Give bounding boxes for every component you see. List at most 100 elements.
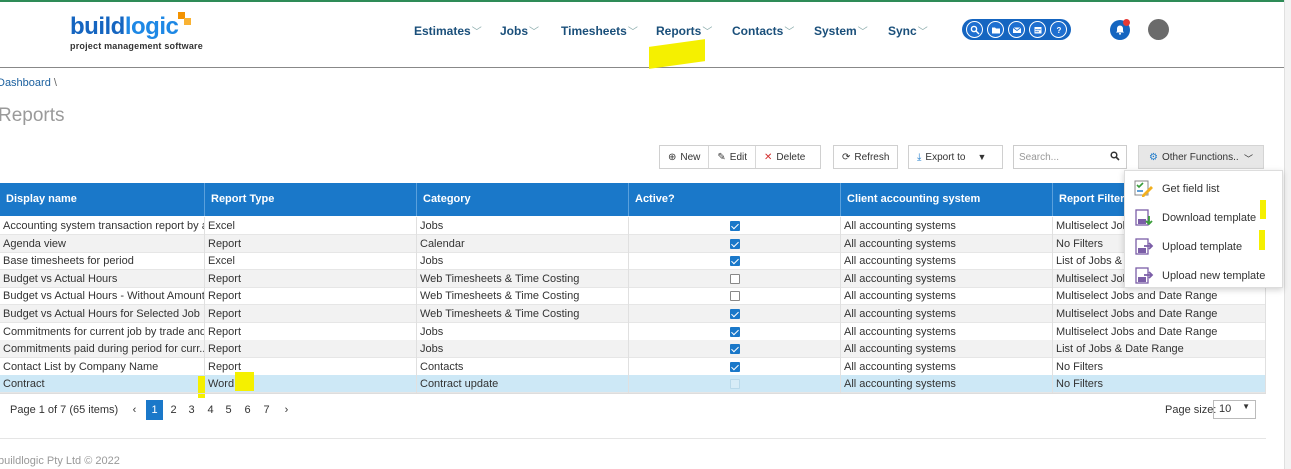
cell-display-name: Contract [0,375,205,394]
active-checkbox[interactable] [730,221,740,231]
cell-accounting-system: All accounting systems [841,217,1053,235]
cell-category: Jobs [417,322,629,341]
help-icon[interactable]: ? [1050,21,1067,38]
export-button[interactable]: ⤓ Export to ▼ [909,146,1002,168]
bell-icon[interactable] [1110,19,1130,40]
table-row[interactable]: Budget vs Actual Hours for Selected Job R… [0,305,1266,323]
nav-contacts[interactable]: Contacts﹀ [732,23,794,38]
page-size-label: Page size: [1165,404,1217,416]
column-category[interactable]: Category [417,183,629,216]
cell-accounting-system: All accounting systems [841,287,1053,306]
search-icon[interactable] [1110,151,1120,164]
cell-accounting-system: All accounting systems [841,340,1053,359]
active-checkbox[interactable] [730,291,740,302]
pager-next-button[interactable]: › [278,400,295,420]
active-checkbox[interactable] [730,344,740,355]
cell-display-name: Commitments paid during period for curr.… [0,340,205,359]
refresh-toolbar: ⟳ Refresh [833,145,898,169]
page-title: Reports [0,105,65,126]
active-checkbox[interactable] [730,326,740,337]
upload-template-icon [1135,238,1154,255]
new-button-label: New [680,151,701,163]
cell-report-type: Excel [205,252,417,271]
refresh-button[interactable]: ⟳ Refresh [834,146,897,168]
nav-reports[interactable]: Reports﹀ [656,23,712,38]
cell-report-type: Report [205,340,417,359]
column-active[interactable]: Active? [629,183,841,216]
active-checkbox[interactable] [730,256,740,267]
menu-item-upload-new-template[interactable]: Upload new template [1125,260,1284,288]
search-placeholder: Search... [1019,152,1060,163]
pager-page-2[interactable]: 2 [165,400,182,420]
calendar-icon[interactable] [1029,21,1046,38]
table-row[interactable]: Contact List by Company Name Report Contac… [0,357,1266,376]
cell-category: Jobs [417,252,629,271]
avatar[interactable] [1148,19,1169,40]
cell-accounting-system: All accounting systems [841,375,1053,394]
new-button[interactable]: ⊕ New [660,146,710,168]
nav-estimates[interactable]: Estimates﹀ [414,23,482,38]
cell-accounting-system: All accounting systems [841,269,1053,288]
page-scrollbar[interactable] [1284,0,1291,469]
page-size-select[interactable]: 10 ▼ [1213,400,1256,419]
table-row[interactable]: Budget vs Actual Hours Report Web Timeshee… [0,269,1266,288]
pager-page-4[interactable]: 4 [202,400,219,420]
table-row[interactable]: Accounting system transaction report by … [0,217,1266,235]
folder-icon[interactable] [987,21,1004,38]
brand-logo[interactable]: buildlogic project management software [70,12,203,51]
delete-button[interactable]: ✕ Delete [756,146,813,168]
table-row[interactable]: Base timesheets for period Excel Jobs All a… [0,252,1266,271]
active-checkbox[interactable] [730,379,740,390]
active-checkbox[interactable] [730,309,740,319]
column-display-name[interactable]: Display name [0,183,205,216]
table-row[interactable]: Budget vs Actual Hours - Without Amounts… [0,287,1266,306]
edit-button[interactable]: ✎ Edit [709,146,757,168]
app-header: buildlogic project management software E… [0,2,1284,69]
pager-page-3[interactable]: 3 [183,400,200,420]
cell-display-name: Agenda view [0,234,205,253]
active-checkbox[interactable] [730,273,740,284]
nav-timesheets[interactable]: Timesheets﹀ [561,23,638,38]
cell-accounting-system: All accounting systems [841,252,1053,271]
nav-jobs[interactable]: Jobs﹀ [500,23,539,38]
pager-page-1[interactable]: 1 [146,400,163,420]
pencil-icon: ✎ [717,151,726,163]
highlight-mark [235,372,254,391]
column-client-accounting-system[interactable]: Client accounting system [841,183,1053,216]
page-size-value: 10 [1219,403,1232,415]
search-input[interactable]: Search... [1013,145,1127,169]
checklist-icon [1134,180,1153,197]
chevron-down-icon: ▼ [977,152,987,162]
search-icon[interactable] [966,21,983,38]
cell-active [629,234,841,253]
table-row[interactable]: Commitments for current job by trade and… [0,322,1266,341]
cell-accounting-system: All accounting systems [841,357,1053,376]
highlight-mark [1259,230,1265,250]
pager-page-5[interactable]: 5 [220,400,237,420]
breadcrumb-dashboard-link[interactable]: Dashboard [0,77,51,89]
cell-report-filters: No Filters [1053,357,1266,376]
pager-page-7[interactable]: 7 [258,400,275,420]
active-checkbox[interactable] [730,238,740,249]
cell-active [629,269,841,288]
cell-report-type: Report [205,234,417,253]
nav-sync[interactable]: Sync﹀ [888,23,928,38]
logo-tagline: project management software [70,41,203,51]
pager-page-6[interactable]: 6 [239,400,256,420]
active-checkbox[interactable] [730,361,740,372]
crud-toolbar: ⊕ New ✎ Edit ✕ Delete [659,145,821,169]
pager-info: Page 1 of 7 (65 items) [10,404,119,416]
chevron-down-icon: ﹀ [529,27,540,38]
svg-text:?: ? [1056,26,1061,35]
table-row[interactable]: Commitments paid during period for curr.… [0,340,1266,359]
cell-category: Contract update [417,375,629,394]
cell-report-type: Report [205,287,417,306]
menu-item-get-field-list[interactable]: Get field list [1125,173,1284,201]
table-row[interactable]: Contract Word Contract update All accountin… [0,375,1266,394]
pager-prev-button[interactable]: ‹ [126,400,143,420]
column-report-type[interactable]: Report Type [205,183,417,216]
table-row[interactable]: Agenda view Report Calendar All accounting … [0,234,1266,253]
nav-system[interactable]: System﹀ [814,23,868,38]
mail-icon[interactable] [1008,21,1025,38]
other-functions-button[interactable]: ⚙ Other Functions.. ﹀ [1138,145,1264,169]
